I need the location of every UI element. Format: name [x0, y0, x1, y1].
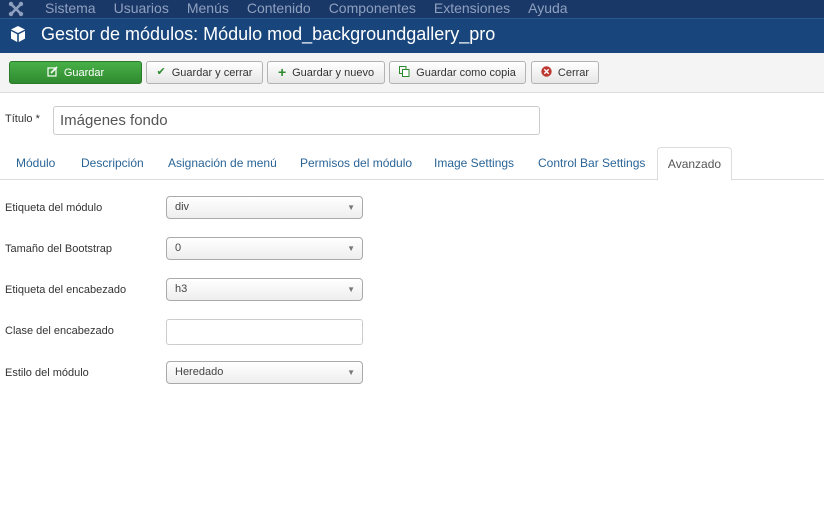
- menu-item-componentes[interactable]: Componentes: [329, 0, 416, 18]
- tab-descripcion[interactable]: Descripción: [71, 147, 154, 180]
- header-class-label: Clase del encabezado: [5, 325, 114, 337]
- caret-down-icon: ▼: [347, 203, 355, 212]
- check-icon: ✔: [156, 66, 166, 78]
- cube-icon: [11, 26, 25, 42]
- save-close-button-label: Guardar y cerrar: [171, 66, 253, 79]
- toolbar: Guardar ✔ Guardar y cerrar + Guardar y n…: [0, 53, 824, 93]
- save-copy-button-label: Guardar como copia: [416, 66, 516, 79]
- menu-item-ayuda[interactable]: Ayuda: [528, 0, 567, 18]
- page-header: Gestor de módulos: Módulo mod_background…: [0, 18, 824, 53]
- header-tag-select[interactable]: h3 ▼: [166, 278, 363, 301]
- caret-down-icon: ▼: [347, 285, 355, 294]
- module-tag-value: div: [175, 201, 190, 213]
- bootstrap-size-select[interactable]: 0 ▼: [166, 237, 363, 260]
- module-tag-label: Etiqueta del módulo: [5, 202, 103, 214]
- cancel-circle-icon: [541, 65, 552, 80]
- save-copy-button[interactable]: Guardar como copia: [389, 61, 526, 84]
- caret-down-icon: ▼: [347, 368, 355, 377]
- menu-item-sistema[interactable]: Sistema: [45, 0, 96, 18]
- close-button-label: Cerrar: [557, 66, 590, 79]
- module-style-select[interactable]: Heredado ▼: [166, 361, 363, 384]
- menu-item-extensiones[interactable]: Extensiones: [434, 0, 510, 18]
- close-button[interactable]: Cerrar: [531, 61, 599, 84]
- header-tag-label: Etiqueta del encabezado: [5, 284, 127, 296]
- tab-image-settings[interactable]: Image Settings: [424, 147, 524, 180]
- save-button[interactable]: Guardar: [9, 61, 142, 84]
- save-new-button[interactable]: + Guardar y nuevo: [267, 61, 385, 84]
- caret-down-icon: ▼: [347, 244, 355, 253]
- tab-permisos-del-modulo[interactable]: Permisos del módulo: [290, 147, 422, 180]
- main-menu: Sistema Usuarios Menús Contenido Compone…: [45, 0, 586, 18]
- tab-bar: Módulo Descripción Asignación de menú Pe…: [0, 147, 824, 181]
- copy-icon: [399, 65, 410, 80]
- page-title: Gestor de módulos: Módulo mod_background…: [41, 24, 496, 44]
- title-input[interactable]: Imágenes fondo: [53, 106, 540, 135]
- tab-control-bar-settings[interactable]: Control Bar Settings: [528, 147, 655, 180]
- module-style-value: Heredado: [175, 366, 224, 378]
- edit-icon: [47, 65, 58, 80]
- tab-modulo[interactable]: Módulo: [6, 147, 65, 180]
- tab-asignacion-de-menu[interactable]: Asignación de menú: [158, 147, 287, 180]
- top-navbar: Sistema Usuarios Menús Contenido Compone…: [0, 0, 824, 18]
- joomla-logo-icon[interactable]: [8, 1, 24, 17]
- bootstrap-size-value: 0: [175, 242, 182, 254]
- menu-item-usuarios[interactable]: Usuarios: [114, 0, 169, 18]
- menu-item-contenido[interactable]: Contenido: [247, 0, 311, 18]
- bootstrap-size-label: Tamaño del Bootstrap: [5, 243, 113, 255]
- save-new-button-label: Guardar y nuevo: [292, 66, 375, 79]
- plus-icon: +: [277, 64, 287, 80]
- header-class-input[interactable]: [166, 319, 363, 345]
- menu-item-menus[interactable]: Menús: [187, 0, 229, 18]
- module-tag-select[interactable]: div ▼: [166, 196, 363, 219]
- save-close-button[interactable]: ✔ Guardar y cerrar: [146, 61, 263, 84]
- header-tag-value: h3: [175, 283, 188, 295]
- tab-avanzado[interactable]: Avanzado: [657, 147, 732, 181]
- module-style-label: Estilo del módulo: [5, 367, 89, 379]
- title-label: Título *: [5, 113, 40, 125]
- save-button-label: Guardar: [63, 66, 105, 79]
